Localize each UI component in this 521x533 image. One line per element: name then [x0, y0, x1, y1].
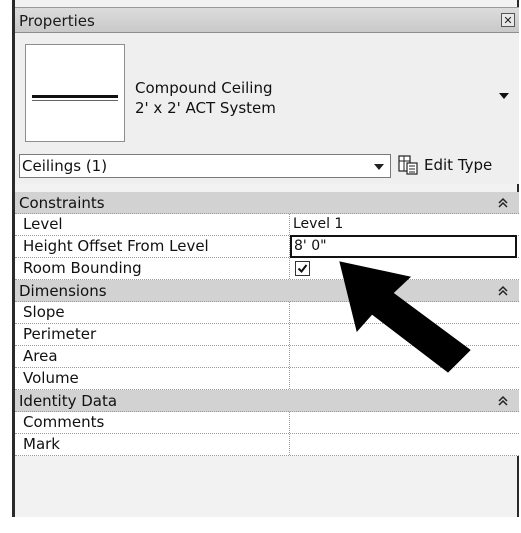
height-offset-input[interactable]: 8' 0" [290, 235, 517, 258]
palette-title: Properties [19, 12, 95, 30]
property-row-area[interactable]: Area [15, 346, 519, 368]
property-value [291, 368, 519, 389]
group-title: Dimensions [19, 282, 107, 300]
properties-palette: Properties ✕ Compound Ceiling 2' x 2' AC… [12, 0, 519, 533]
instance-filter-dropdown[interactable]: Ceilings (1) [19, 154, 391, 178]
close-icon[interactable]: ✕ [501, 13, 515, 27]
property-name: Mark [15, 434, 290, 455]
type-type-label: 2' x 2' ACT System [135, 99, 276, 117]
edit-type-icon [398, 155, 418, 175]
property-name: Perimeter [15, 324, 290, 345]
property-row-room-bounding[interactable]: Room Bounding [15, 258, 519, 280]
ceiling-line-icon [32, 95, 118, 98]
edit-type-label: Edit Type [424, 156, 493, 174]
property-row-slope[interactable]: Slope [15, 302, 519, 324]
property-value[interactable]: Level 1 [291, 214, 519, 235]
type-selector[interactable]: Compound Ceiling 2' x 2' ACT System [15, 33, 519, 148]
property-value[interactable] [291, 412, 519, 433]
property-value [291, 346, 519, 367]
property-row-level[interactable]: Level Level 1 [15, 214, 519, 236]
filter-row: Ceilings (1) Edit Type [15, 148, 519, 184]
ceiling-line-secondary [32, 100, 118, 101]
collapse-chevron-icon[interactable] [497, 196, 509, 210]
property-value[interactable] [291, 434, 519, 455]
type-preview-image [25, 44, 125, 142]
group-title: Identity Data [19, 392, 118, 410]
checkmark-icon [297, 264, 308, 274]
property-name: Slope [15, 302, 290, 323]
property-name: Area [15, 346, 290, 367]
chevron-down-icon[interactable] [499, 93, 509, 99]
type-name: Compound Ceiling 2' x 2' ACT System [135, 78, 276, 118]
property-row-volume[interactable]: Volume [15, 368, 519, 390]
instance-filter-label: Ceilings (1) [22, 157, 108, 175]
group-title: Constraints [19, 194, 105, 212]
properties-grid: Constraints Level Level 1 Height Offset … [15, 192, 519, 456]
collapse-chevron-icon[interactable] [497, 284, 509, 298]
palette-titlebar[interactable]: Properties ✕ [15, 7, 519, 33]
type-family-label: Compound Ceiling [135, 79, 273, 97]
group-header-identity-data[interactable]: Identity Data [15, 390, 519, 412]
property-value [291, 324, 519, 345]
property-row-mark[interactable]: Mark [15, 434, 519, 456]
chevron-down-icon[interactable] [374, 164, 384, 170]
room-bounding-checkbox[interactable] [295, 261, 310, 276]
property-value [291, 302, 519, 323]
property-value [291, 258, 519, 279]
property-row-perimeter[interactable]: Perimeter [15, 324, 519, 346]
property-name: Level [15, 214, 290, 235]
property-name: Volume [15, 368, 290, 389]
property-row-height-offset[interactable]: Height Offset From Level 8' 0" [15, 235, 519, 258]
property-name: Room Bounding [15, 258, 290, 279]
cropped-edge [0, 517, 521, 533]
property-name: Height Offset From Level [15, 236, 290, 257]
collapse-chevron-icon[interactable] [497, 394, 509, 408]
property-name: Comments [15, 412, 290, 433]
group-header-constraints[interactable]: Constraints [15, 192, 519, 214]
property-row-comments[interactable]: Comments [15, 412, 519, 434]
group-header-dimensions[interactable]: Dimensions [15, 280, 519, 302]
